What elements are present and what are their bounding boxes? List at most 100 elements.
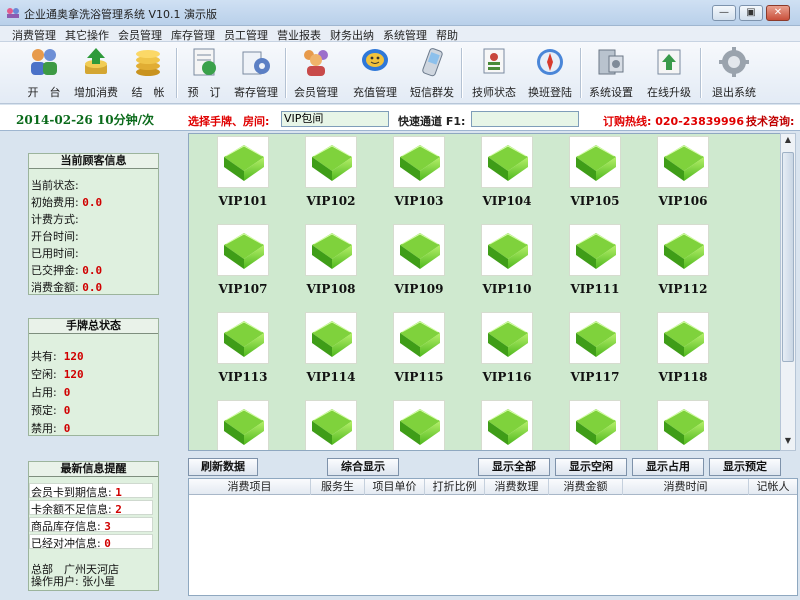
room-tile[interactable]: [467, 400, 547, 450]
room-thumbnail: [569, 224, 621, 276]
room-tile[interactable]: VIP104: [467, 136, 547, 218]
close-button[interactable]: ✕: [766, 5, 790, 21]
folder-icon: [488, 233, 528, 269]
room-tile[interactable]: VIP118: [643, 312, 723, 394]
room-grid-scrollbar[interactable]: ▲ ▼: [780, 133, 796, 451]
table-header: 消费项目 服务生 项目单价 打折比例 消费数理 消费金额 消费时间 记帐人: [189, 479, 797, 495]
recharge-management-button[interactable]: 充值管理: [347, 46, 403, 100]
total-label: 共有:: [31, 350, 57, 363]
scroll-thumb[interactable]: [782, 152, 794, 362]
room-tile[interactable]: [643, 400, 723, 450]
menu-bar: 消费管理 其它操作 会员管理 库存管理 员工管理 营业报表 财务出纳 系统管理 …: [0, 26, 800, 42]
room-tile[interactable]: VIP102: [291, 136, 371, 218]
col-quantity[interactable]: 消费数理: [485, 479, 549, 495]
technician-status-label: 技师状态: [472, 86, 516, 99]
room-tile[interactable]: VIP111: [555, 224, 635, 306]
exit-system-button[interactable]: 退出系统: [706, 46, 762, 100]
room-label: VIP115: [394, 370, 444, 384]
menu-members[interactable]: 会员管理: [118, 27, 162, 43]
scroll-down-icon[interactable]: ▼: [783, 436, 793, 445]
maximize-button[interactable]: ▣: [739, 5, 763, 21]
folder-icon: [224, 145, 264, 181]
room-tile[interactable]: VIP114: [291, 312, 371, 394]
quick-channel-input[interactable]: [471, 111, 579, 127]
col-time[interactable]: 消费时间: [623, 479, 749, 495]
quick-channel-label: 快速通道 F1:: [398, 115, 466, 128]
room-thumbnail: [481, 136, 533, 188]
folder-icon: [576, 321, 616, 357]
add-consumption-button[interactable]: 增加消费: [68, 46, 124, 100]
show-free-button[interactable]: 显示空闲: [555, 458, 627, 476]
shift-login-label: 换班登陆: [528, 86, 572, 99]
room-thumbnail: [305, 400, 357, 450]
room-tile[interactable]: VIP116: [467, 312, 547, 394]
room-tile[interactable]: VIP106: [643, 136, 723, 218]
col-amount[interactable]: 消费金额: [549, 479, 623, 495]
app-icon: [7, 8, 19, 18]
room-tile[interactable]: VIP113: [203, 312, 283, 394]
col-waiter[interactable]: 服务生: [311, 479, 365, 495]
folder-icon: [312, 233, 352, 269]
shift-login-button[interactable]: 换班登陆: [522, 46, 578, 100]
menu-inventory[interactable]: 库存管理: [171, 27, 215, 43]
minimize-button[interactable]: —: [712, 5, 736, 21]
menu-other[interactable]: 其它操作: [65, 27, 109, 43]
room-tile[interactable]: VIP112: [643, 224, 723, 306]
consumption-amount-value: 0.0: [82, 281, 103, 294]
refresh-data-button[interactable]: 刷新数据: [188, 458, 258, 476]
checkout-coins-icon: [136, 50, 160, 76]
technician-status-icon: [483, 48, 505, 74]
col-recorder[interactable]: 记帐人: [749, 479, 797, 495]
checkout-button[interactable]: 结 帐: [120, 46, 176, 100]
show-occupied-button[interactable]: 显示占用: [632, 458, 704, 476]
show-all-button[interactable]: 显示全部: [478, 458, 550, 476]
menu-finance[interactable]: 财务出纳: [330, 27, 374, 43]
member-management-button[interactable]: 会员管理: [288, 46, 344, 100]
menu-reports[interactable]: 营业报表: [277, 27, 321, 43]
online-upgrade-button[interactable]: 在线升级: [641, 46, 697, 100]
room-thumbnail: [657, 136, 709, 188]
room-label: VIP109: [394, 282, 444, 296]
room-tile[interactable]: VIP109: [379, 224, 459, 306]
chat-bubble-icon: [362, 49, 388, 71]
elapsed-time-label: 已用时间:: [31, 247, 79, 260]
mobile-phone-icon: [422, 48, 443, 77]
select-tag-room-label: 选择手牌、房间:: [188, 115, 270, 128]
folder-icon: [224, 409, 264, 445]
combined-view-button[interactable]: 综合显示: [327, 458, 399, 476]
menu-staff[interactable]: 员工管理: [224, 27, 268, 43]
room-tile[interactable]: VIP101: [203, 136, 283, 218]
room-tile[interactable]: VIP107: [203, 224, 283, 306]
room-tile[interactable]: [555, 400, 635, 450]
show-reserved-button[interactable]: 显示预定: [709, 458, 781, 476]
room-tile[interactable]: [379, 400, 459, 450]
room-tile[interactable]: [203, 400, 283, 450]
room-tile[interactable]: VIP115: [379, 312, 459, 394]
col-discount[interactable]: 打折比例: [425, 479, 485, 495]
room-label: VIP112: [658, 282, 708, 296]
menu-system[interactable]: 系统管理: [383, 27, 427, 43]
sms-broadcast-button[interactable]: 短信群发: [404, 46, 460, 100]
menu-help[interactable]: 帮助: [436, 27, 458, 43]
col-item[interactable]: 消费项目: [189, 479, 311, 495]
room-tile[interactable]: [291, 400, 371, 450]
room-tile[interactable]: VIP105: [555, 136, 635, 218]
booking-button[interactable]: 预 订: [176, 46, 232, 100]
system-settings-button[interactable]: 系统设置: [583, 46, 639, 100]
reserved-value: 0: [63, 404, 71, 417]
room-tile[interactable]: VIP110: [467, 224, 547, 306]
room-thumbnail: [393, 400, 445, 450]
room-tile[interactable]: VIP103: [379, 136, 459, 218]
menu-consumption[interactable]: 消费管理: [12, 27, 56, 43]
technician-status-button[interactable]: 技师状态: [466, 46, 522, 100]
storage-management-button[interactable]: 寄存管理: [228, 46, 284, 100]
room-tile[interactable]: VIP117: [555, 312, 635, 394]
toolbar: 开 台 增加消费 结 帐 预 订 寄存管理 会员管理 充值管理 短信群发 技师状…: [0, 42, 800, 104]
scroll-up-icon[interactable]: ▲: [783, 135, 793, 144]
select-tag-room-input[interactable]: VIP包间: [281, 111, 389, 127]
folder-icon: [400, 409, 440, 445]
open-table-button[interactable]: 开 台: [16, 46, 72, 100]
room-thumbnail: [481, 224, 533, 276]
room-tile[interactable]: VIP108: [291, 224, 371, 306]
col-unit-price[interactable]: 项目单价: [365, 479, 425, 495]
